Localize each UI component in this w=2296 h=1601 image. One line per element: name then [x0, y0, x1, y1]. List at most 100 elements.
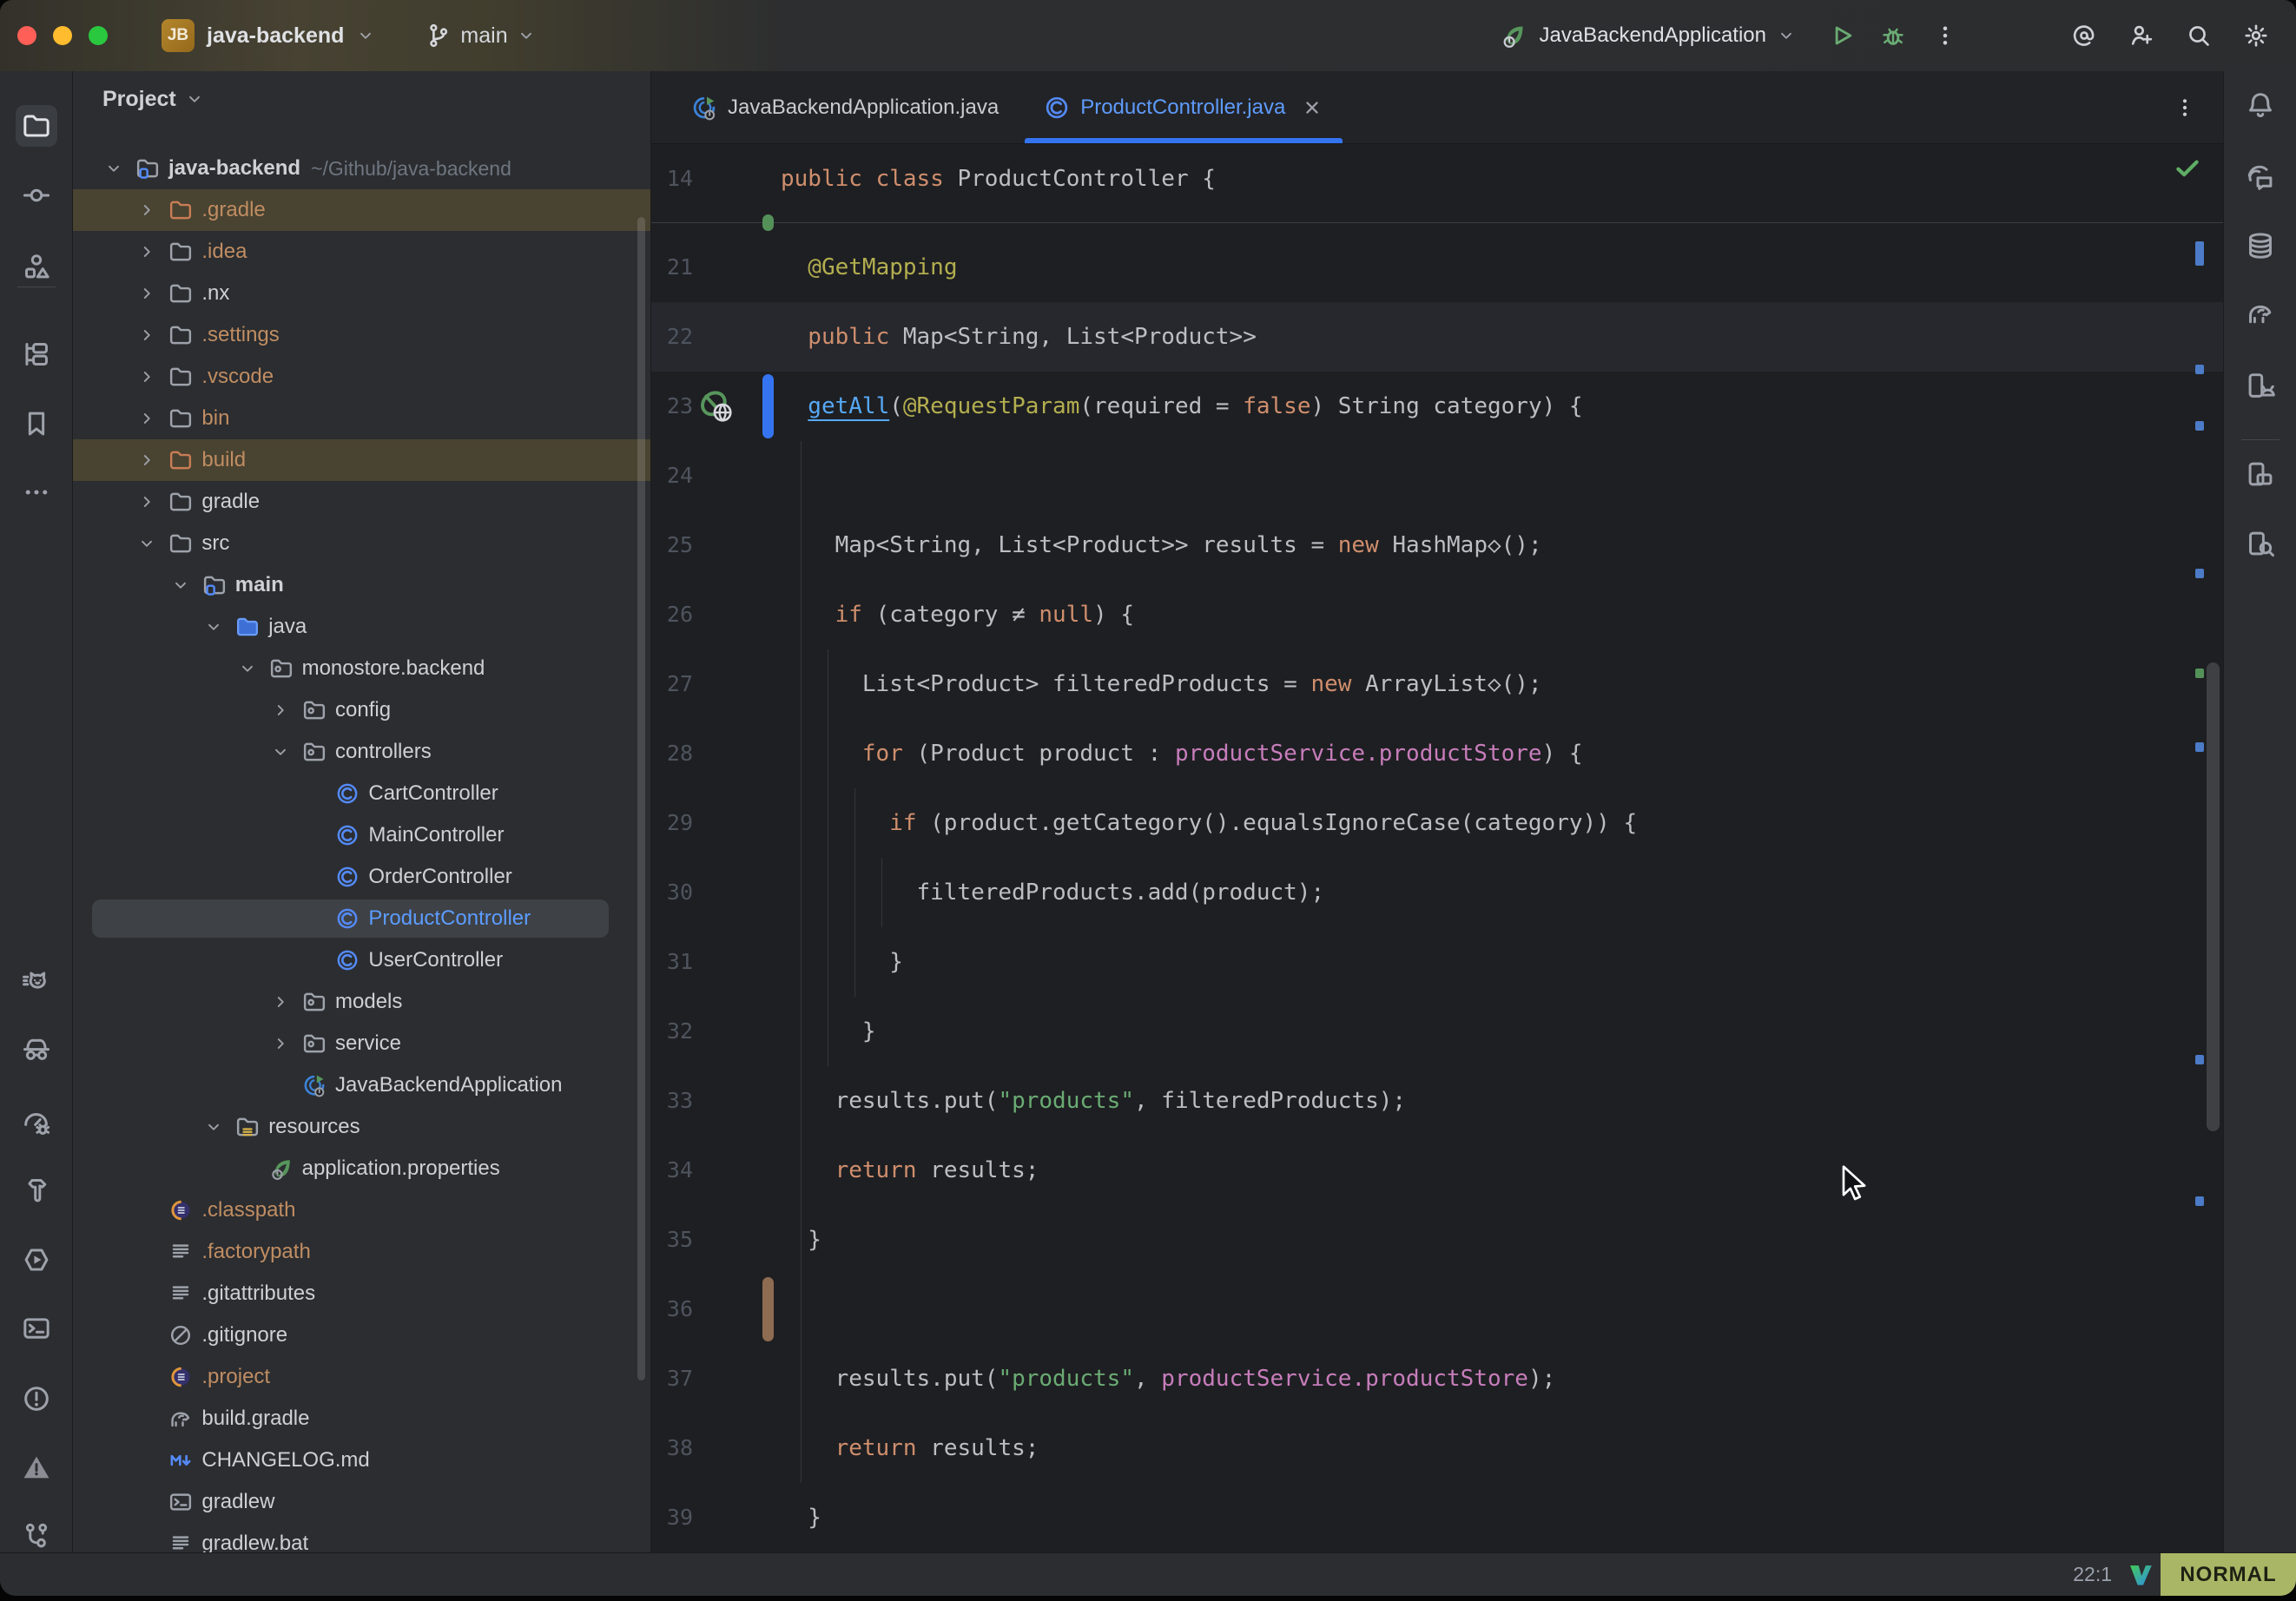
code-line-21[interactable]: 21@GetMapping: [651, 233, 2223, 302]
tree-item--gitignore[interactable]: .gitignore: [73, 1314, 650, 1356]
tree-item-cartcontroller[interactable]: CartController: [73, 773, 650, 814]
code-editor[interactable]: 14public class ProductController { 21@Get…: [651, 144, 2223, 1552]
ai-assistant-button[interactable]: [2065, 16, 2103, 55]
error-stripe-mark[interactable]: [2195, 241, 2204, 266]
tree-item-ordercontroller[interactable]: OrderController: [73, 856, 650, 898]
tree-item--settings[interactable]: .settings: [73, 314, 650, 356]
error-stripe-mark[interactable]: [2195, 669, 2204, 678]
tree-item-build[interactable]: build: [73, 439, 650, 481]
tree-chevron-down-icon[interactable]: [204, 616, 235, 637]
tree-chevron-right-icon[interactable]: [271, 992, 302, 1012]
tree-item-controllers[interactable]: controllers: [73, 731, 650, 773]
tree-item-usercontroller[interactable]: UserController: [73, 939, 650, 981]
notifications-button[interactable]: [2240, 84, 2281, 126]
tree-chevron-right-icon[interactable]: [271, 1033, 302, 1054]
tree-chevron-right-icon[interactable]: [137, 200, 168, 221]
commit-tool-button[interactable]: [16, 175, 57, 216]
code-line-30[interactable]: 30filteredProducts.add(product);: [651, 858, 2223, 927]
tree-item-application-properties[interactable]: application.properties: [73, 1148, 650, 1189]
tree-chevron-down-icon[interactable]: [238, 658, 269, 679]
project-tool-button[interactable]: [16, 105, 57, 147]
code-line-35[interactable]: 35}: [651, 1205, 2223, 1275]
tree-item-maincontroller[interactable]: MainController: [73, 814, 650, 856]
tree-item-productcontroller[interactable]: ProductController: [73, 898, 650, 939]
search-everywhere-button[interactable]: [2180, 16, 2218, 55]
tree-chevron-down-icon[interactable]: [204, 1117, 235, 1137]
tree-item--gitattributes[interactable]: .gitattributes: [73, 1273, 650, 1314]
warnings-tool-button[interactable]: [16, 1446, 57, 1488]
tree-item--project[interactable]: .project: [73, 1356, 650, 1398]
rest-endpoint-globe-icon[interactable]: [698, 388, 735, 425]
tree-item--gradle[interactable]: .gradle: [73, 189, 650, 231]
tree-chevron-right-icon[interactable]: [137, 325, 168, 346]
debug-button[interactable]: [1874, 16, 1912, 55]
git-tool-button[interactable]: [16, 1515, 57, 1557]
tree-chevron-right-icon[interactable]: [137, 491, 168, 512]
error-stripe-mark[interactable]: [2195, 742, 2204, 752]
close-tab-icon[interactable]: [1301, 96, 1323, 119]
run-configuration-selector[interactable]: JavaBackendApplication: [1499, 21, 1796, 50]
close-window-button[interactable]: [17, 26, 36, 45]
bookmarks-tool-button[interactable]: [16, 403, 57, 445]
tab-javabackendapplication-java[interactable]: JavaBackendApplication.java: [669, 71, 1021, 143]
incognito-plugin-tool-button[interactable]: [16, 1029, 57, 1071]
tree-item--classpath[interactable]: .classpath: [73, 1189, 650, 1231]
hierarchy-tool-button[interactable]: [16, 333, 57, 375]
tree-item--idea[interactable]: .idea: [73, 231, 650, 273]
code-line-33[interactable]: 33results.put("products", filteredProduc…: [651, 1066, 2223, 1136]
error-stripe-mark[interactable]: [2195, 1196, 2204, 1206]
branch-selector[interactable]: main: [426, 23, 535, 49]
project-selector[interactable]: JB java-backend: [162, 19, 375, 52]
code-line-31[interactable]: 31}: [651, 927, 2223, 997]
tree-chevron-right-icon[interactable]: [137, 408, 168, 429]
code-line-22[interactable]: 22public Map<String, List<Product>>: [651, 302, 2223, 372]
minimize-window-button[interactable]: [53, 26, 72, 45]
error-stripe-mark[interactable]: [2195, 1055, 2204, 1064]
tree-item-build-gradle[interactable]: build.gradle: [73, 1398, 650, 1440]
tree-item-config[interactable]: config: [73, 689, 650, 731]
tree-item--vscode[interactable]: .vscode: [73, 356, 650, 398]
tree-item-src[interactable]: src: [73, 523, 650, 564]
tree-chevron-right-icon[interactable]: [137, 241, 168, 262]
code-line-34[interactable]: 34return results;: [651, 1136, 2223, 1205]
editor-scrollbar[interactable]: [2207, 662, 2220, 1131]
code-with-me-button[interactable]: [2122, 16, 2161, 55]
tree-scrollbar[interactable]: [637, 217, 645, 1380]
settings-button[interactable]: [2237, 16, 2275, 55]
more-actions-button[interactable]: [1926, 16, 1964, 55]
tree-item-java[interactable]: java: [73, 606, 650, 648]
inspections-ok-check-icon[interactable]: [2173, 153, 2202, 182]
error-stripe-mark[interactable]: [2195, 365, 2204, 374]
more-tool-windows-button[interactable]: [16, 471, 57, 513]
profiler-tool-button[interactable]: [16, 1101, 57, 1143]
structure-tool-button[interactable]: [16, 246, 57, 287]
tree-chevron-right-icon[interactable]: [137, 366, 168, 387]
tree-item-main[interactable]: main: [73, 564, 650, 606]
code-line-39[interactable]: 39}: [651, 1483, 2223, 1552]
code-line-28[interactable]: 28for (Product product : productService.…: [651, 719, 2223, 788]
tree-chevron-right-icon[interactable]: [137, 450, 168, 471]
ai-chat-tool-button[interactable]: [2240, 156, 2281, 198]
tree-item-java-backend[interactable]: java-backend~/Github/java-backend: [73, 148, 650, 189]
code-line-14[interactable]: 14public class ProductController {: [651, 144, 2223, 214]
code-line-24[interactable]: 24: [651, 441, 2223, 511]
tree-chevron-down-icon[interactable]: [171, 575, 202, 596]
gradle-tool-button[interactable]: [2240, 293, 2281, 334]
code-line-29[interactable]: 29if (product.getCategory().equalsIgnore…: [651, 788, 2223, 858]
tree-item-monostore-backend[interactable]: monostore.backend: [73, 648, 650, 689]
tree-chevron-down-icon[interactable]: [104, 158, 135, 179]
terminal-tool-button[interactable]: [16, 1308, 57, 1349]
error-stripe-mark[interactable]: [2195, 569, 2204, 578]
services-tool-button[interactable]: [16, 1239, 57, 1281]
running-devices-tool-button[interactable]: [2240, 453, 2281, 495]
code-line-32[interactable]: 32}: [651, 997, 2223, 1066]
tree-item-models[interactable]: models: [73, 981, 650, 1023]
device-manager-tool-button[interactable]: [2240, 365, 2281, 406]
tree-chevron-right-icon[interactable]: [137, 283, 168, 304]
tab-options-button[interactable]: [2166, 89, 2204, 127]
database-tool-button[interactable]: [2240, 225, 2281, 267]
tree-item-javabackendapplication[interactable]: JavaBackendApplication: [73, 1064, 650, 1106]
run-button[interactable]: [1822, 16, 1860, 55]
code-line-25[interactable]: 25Map<String, List<Product>> results = n…: [651, 511, 2223, 580]
tree-item-service[interactable]: service: [73, 1023, 650, 1064]
